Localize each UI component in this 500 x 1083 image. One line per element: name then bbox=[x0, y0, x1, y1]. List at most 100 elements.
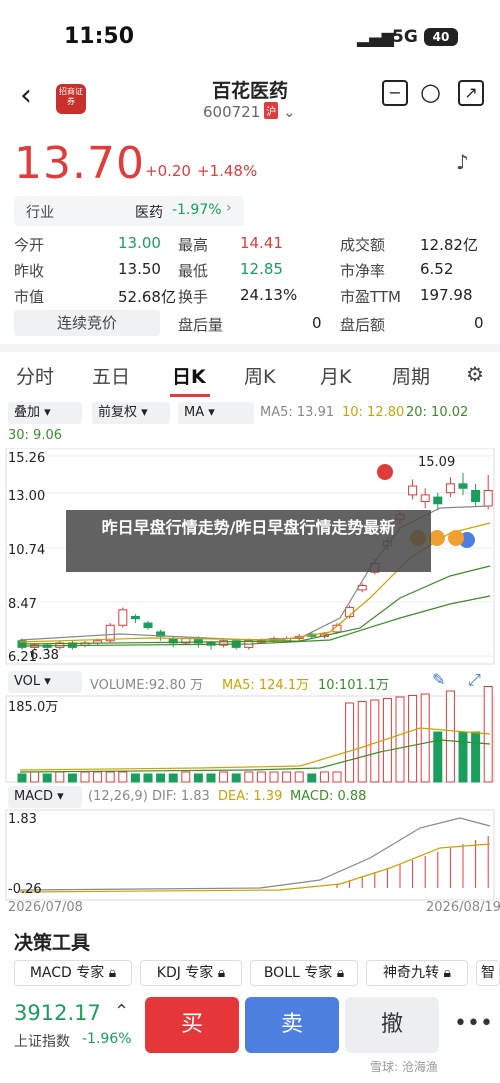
tool-boll[interactable]: BOLL 专家 🔒︎ bbox=[250, 960, 358, 986]
volume-bar bbox=[219, 771, 229, 783]
volume-bar bbox=[244, 771, 254, 783]
tab-period[interactable]: 周期 bbox=[392, 362, 430, 389]
volume-bar bbox=[193, 773, 203, 783]
volume-bar bbox=[458, 731, 468, 783]
candle bbox=[483, 489, 493, 507]
macd-value: MACD: 0.88 bbox=[290, 789, 367, 804]
buy-button[interactable]: 买 bbox=[145, 997, 239, 1053]
candle bbox=[458, 483, 468, 489]
volume-bar bbox=[231, 773, 241, 783]
volume-bar bbox=[357, 701, 367, 783]
market-badge: 沪 bbox=[264, 102, 279, 119]
candle bbox=[130, 615, 140, 620]
more-icon[interactable]: ••• bbox=[454, 1011, 493, 1036]
volume-bar bbox=[118, 771, 128, 783]
tool-macd[interactable]: MACD 专家 🔒︎ bbox=[14, 960, 132, 986]
tool-kdj[interactable]: KDJ 专家 🔒︎ bbox=[140, 960, 242, 986]
volume-bar bbox=[17, 773, 27, 783]
stat-value: 14.41 bbox=[240, 234, 283, 252]
network-type: 5G bbox=[392, 27, 418, 47]
ma5-value: MA5: 13.91 bbox=[260, 405, 335, 420]
volume-bar bbox=[471, 731, 481, 783]
index-name: 上证指数 bbox=[14, 1034, 70, 1050]
volume-bar bbox=[93, 771, 103, 783]
tab-daily[interactable]: 日K bbox=[172, 362, 206, 389]
vol-label: VOL bbox=[14, 674, 41, 689]
sell-button[interactable]: 卖 bbox=[245, 997, 339, 1053]
candle bbox=[433, 496, 443, 505]
industry-pct: -1.97% bbox=[172, 202, 222, 218]
volume-bar bbox=[143, 773, 153, 783]
ma-dropdown[interactable]: MA ▾ bbox=[178, 402, 254, 424]
stock-code[interactable]: 600721 沪 ⌄ bbox=[203, 102, 296, 121]
macd-axis-bot: -0.26 bbox=[8, 882, 42, 897]
overlay-dropdown[interactable]: 叠加 ▾ bbox=[8, 402, 82, 424]
ma10-value: 10: 12.80 bbox=[342, 405, 405, 420]
macd-dif: DIF: 1.83 bbox=[152, 789, 210, 804]
stat-value: 12.82亿 bbox=[420, 236, 478, 254]
t-marker bbox=[429, 530, 445, 546]
volume-bar bbox=[345, 702, 355, 783]
chevron-up-icon[interactable]: ⌃ bbox=[114, 1001, 129, 1022]
macd-pane bbox=[5, 809, 495, 901]
tab-5day[interactable]: 五日 bbox=[92, 362, 130, 389]
ma20-line bbox=[19, 565, 491, 645]
volume-value: VOLUME:92.80 万 bbox=[90, 678, 204, 693]
candle bbox=[420, 494, 430, 503]
ma-label: MA bbox=[184, 405, 205, 420]
pencil-icon[interactable]: ✎ bbox=[432, 670, 445, 689]
macd-params: (12,26,9) bbox=[88, 789, 148, 804]
tab-weekly[interactable]: 周K bbox=[244, 362, 275, 389]
date-start: 2026/07/08 bbox=[8, 900, 83, 915]
volume-bar bbox=[332, 771, 342, 783]
stock-name: 百花医药 bbox=[211, 80, 288, 102]
price-high-mark: 15.09 bbox=[418, 455, 456, 470]
adjust-label: 前复权 bbox=[98, 405, 138, 420]
tools-title: 决策工具 bbox=[14, 932, 91, 954]
active-tab-indicator bbox=[170, 394, 210, 397]
price-axis-2: 13.00 bbox=[8, 489, 46, 504]
tool-more[interactable]: 智 bbox=[476, 960, 500, 986]
volume-bar bbox=[445, 690, 455, 783]
stat-label: 换手 bbox=[178, 288, 209, 306]
stat-value: 24.13% bbox=[240, 286, 298, 304]
vol-ma5-line bbox=[19, 727, 491, 771]
candle bbox=[408, 485, 418, 496]
volume-bar bbox=[80, 771, 90, 783]
trading-status: 连续竞价 bbox=[14, 310, 160, 336]
tool-nine[interactable]: 神奇九转 🔒︎ bbox=[366, 960, 468, 986]
candle bbox=[118, 609, 128, 626]
dea-line bbox=[19, 843, 491, 893]
tool-macd-label: MACD 专家 bbox=[29, 965, 105, 981]
expand-icon[interactable]: ⤢ bbox=[468, 670, 481, 690]
period-tabs: 分时 五日 日K 周K 月K 周期 ⚙ bbox=[0, 356, 500, 396]
volume-bar bbox=[269, 771, 279, 783]
signal-icon: ▂▄▆ bbox=[357, 28, 394, 47]
back-icon[interactable]: ‹ bbox=[20, 78, 32, 113]
minus-icon[interactable]: − bbox=[382, 80, 408, 106]
stat-value: 6.52 bbox=[420, 260, 454, 278]
index-value[interactable]: 3912.17 bbox=[14, 1001, 101, 1025]
volume-bar bbox=[307, 773, 317, 783]
industry-bar[interactable]: 行业 医药 -1.97% › bbox=[14, 196, 244, 226]
search-icon[interactable]: ○ bbox=[420, 78, 441, 106]
alert-bell-icon[interactable]: ♪ bbox=[456, 150, 482, 176]
tab-intraday[interactable]: 分时 bbox=[16, 362, 54, 389]
share-icon[interactable]: ↗ bbox=[458, 80, 484, 106]
stat-label: 最低 bbox=[178, 262, 209, 280]
macd-dropdown[interactable]: MACD ▾ bbox=[8, 786, 82, 808]
price-change-pct: +1.48% bbox=[197, 162, 258, 180]
stat-value: 12.85 bbox=[240, 260, 283, 278]
adjust-dropdown[interactable]: 前复权 ▾ bbox=[92, 402, 170, 424]
lock-icon: 🔒︎ bbox=[108, 965, 117, 981]
tool-more-label: 智 bbox=[481, 965, 495, 981]
cancel-order-button[interactable]: 撤 bbox=[345, 997, 439, 1053]
stat-value: 13.50 bbox=[118, 260, 161, 278]
price-axis-4: 8.47 bbox=[8, 597, 37, 612]
volume-bar bbox=[319, 771, 329, 783]
volume-bar bbox=[370, 699, 380, 783]
settings-icon[interactable]: ⚙ bbox=[466, 362, 484, 386]
vol-dropdown[interactable]: VOL ▾ bbox=[8, 671, 82, 693]
tab-monthly[interactable]: 月K bbox=[320, 362, 351, 389]
volume-bar bbox=[55, 771, 65, 783]
